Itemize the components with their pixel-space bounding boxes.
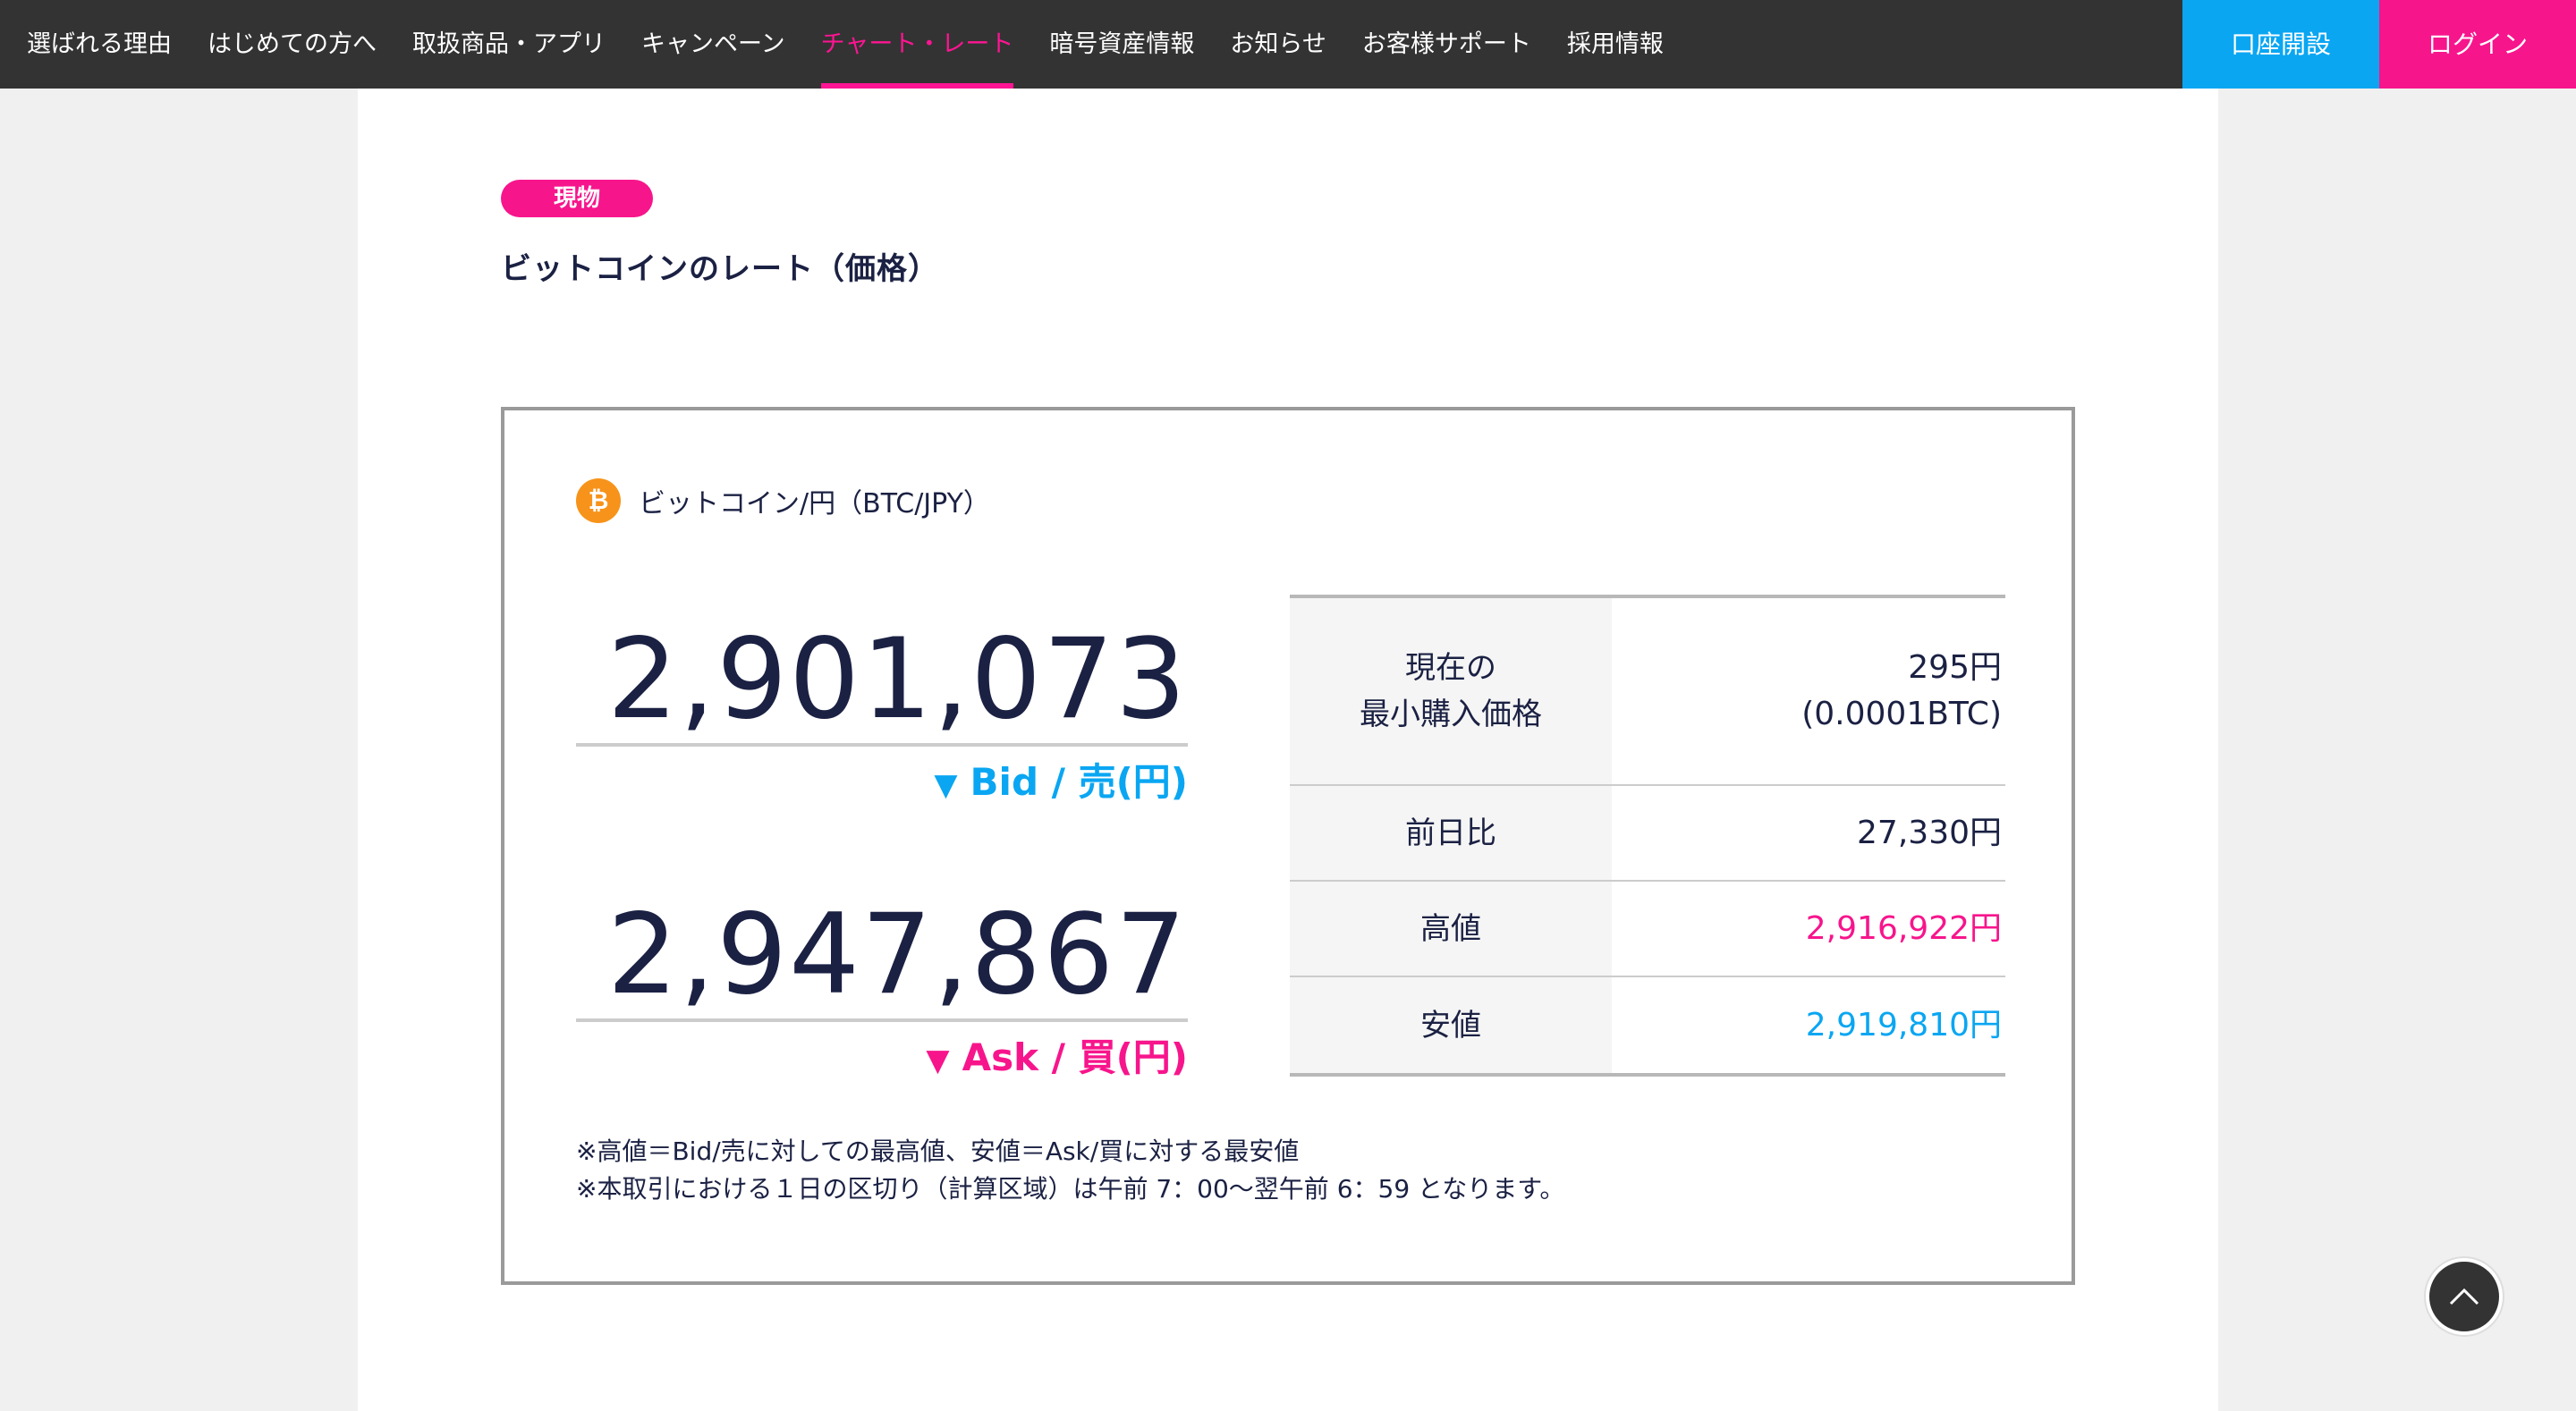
main-menu: 選ばれる理由 はじめての方へ 取扱商品・アプリ キャンペーン チャート・レート … [0, 0, 1682, 89]
open-account-button[interactable]: 口座開設 [2182, 0, 2379, 89]
nav-item-products-apps[interactable]: 取扱商品・アプリ [394, 0, 623, 89]
nav-item-recruit[interactable]: 採用情報 [1549, 0, 1682, 89]
back-to-top-button[interactable] [2426, 1258, 2503, 1335]
note-line: ※高値＝Bid/売に対しての最高値、安値＝Ask/買に対する最安値 [576, 1136, 1300, 1166]
low-label: 安値 [1290, 977, 1612, 1073]
bid-label-text: Bid / 売(円) [970, 760, 1188, 804]
nav-item-reasons[interactable]: 選ばれる理由 [9, 0, 190, 89]
spot-badge: 現物 [501, 180, 653, 217]
triangle-down-icon: ▼ [934, 767, 958, 803]
nav-item-campaign[interactable]: キャンペーン [623, 0, 803, 89]
table-row: 現在の 最小購入価格 295円 (0.0001BTC) [1290, 598, 2005, 786]
nav-item-crypto-info[interactable]: 暗号資産情報 [1031, 0, 1212, 89]
nav-item-chart-rate[interactable]: チャート・レート [803, 0, 1032, 89]
ask-price-value: 2,947,867 [576, 888, 1188, 1022]
table-row: 安値 2,919,810円 [1290, 977, 2005, 1073]
nav-item-support[interactable]: お客様サポート [1344, 0, 1549, 89]
note-line: ※本取引における１日の区切り（計算区域）は午前 7：00〜翌午前 6：59 とな… [576, 1174, 1565, 1204]
bid-price-block: 2,901,073 ▼ Bid / 売(円) [576, 613, 1188, 810]
triangle-down-icon: ▼ [926, 1043, 950, 1078]
table-row: 前日比 27,330円 [1290, 786, 2005, 882]
bid-price-label: ▼ Bid / 売(円) [576, 757, 1188, 810]
change-value: 27,330円 [1857, 814, 2002, 851]
min-purchase-value: 295円 (0.0001BTC) [1801, 649, 2002, 732]
bid-price-value: 2,901,073 [576, 613, 1188, 747]
page-title: ビットコインのレート（価格） [501, 251, 939, 287]
ask-price-label: ▼ Ask / 買(円) [576, 1033, 1188, 1086]
notes: ※高値＝Bid/売に対しての最高値、安値＝Ask/買に対する最安値 ※本取引にお… [576, 1133, 1564, 1208]
change-label: 前日比 [1290, 786, 1612, 880]
nav-item-news[interactable]: お知らせ [1212, 0, 1343, 89]
login-button[interactable]: ログイン [2379, 0, 2576, 89]
ask-price-block: 2,947,867 ▼ Ask / 買(円) [576, 888, 1188, 1086]
pair-header: ₿ ビットコイン/円（BTC/JPY） [576, 478, 990, 523]
high-label: 高値 [1290, 882, 1612, 976]
high-value: 2,916,922円 [1805, 909, 2002, 947]
top-navigation: 選ばれる理由 はじめての方へ 取扱商品・アプリ キャンペーン チャート・レート … [0, 0, 2576, 89]
main-content: 現物 ビットコインのレート（価格） ₿ ビットコイン/円（BTC/JPY） 2,… [358, 89, 2218, 1411]
pair-label: ビットコイン/円（BTC/JPY） [639, 488, 990, 520]
ask-label-text: Ask / 買(円) [962, 1035, 1188, 1079]
table-row: 高値 2,916,922円 [1290, 882, 2005, 977]
bitcoin-icon: ₿ [576, 478, 621, 523]
min-purchase-label: 現在の 最小購入価格 [1290, 598, 1612, 784]
stats-table: 現在の 最小購入価格 295円 (0.0001BTC) 前日比 27,330円 … [1290, 595, 2005, 1077]
rate-panel: ₿ ビットコイン/円（BTC/JPY） 2,901,073 ▼ Bid / 売(円… [501, 407, 2075, 1285]
low-value: 2,919,810円 [1805, 1006, 2002, 1043]
nav-item-beginners[interactable]: はじめての方へ [190, 0, 394, 89]
chevron-up-icon [2449, 1288, 2479, 1305]
